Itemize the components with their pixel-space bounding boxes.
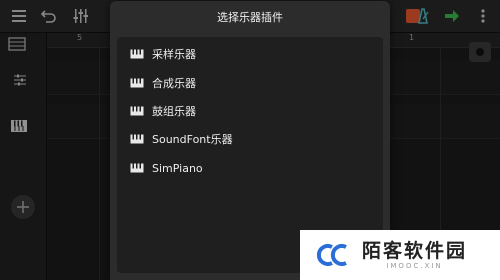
- plugin-item-soundfont[interactable]: SoundFont乐器: [117, 125, 383, 153]
- plugin-item-label: 采样乐器: [152, 48, 196, 61]
- watermark-logo-icon: [316, 244, 347, 266]
- plugin-item-simpiano[interactable]: SimPiano: [117, 154, 383, 182]
- plugin-item-label: 鼓组乐器: [152, 105, 196, 118]
- piano-keyboard-icon: [130, 49, 144, 59]
- plugin-item-label: 合成乐器: [152, 77, 196, 90]
- piano-keyboard-icon: [130, 106, 144, 116]
- plugin-item-sampler[interactable]: 采样乐器: [117, 40, 383, 68]
- watermark-subtitle: IMOOC.XIN: [386, 262, 443, 270]
- piano-keyboard-icon: [130, 134, 144, 144]
- dialog-title: 选择乐器插件: [217, 11, 283, 24]
- plugin-item-drum-kit[interactable]: 鼓组乐器: [117, 97, 383, 125]
- plugin-item-label: SoundFont乐器: [152, 133, 233, 146]
- plugin-item-label: SimPiano: [152, 161, 203, 175]
- piano-keyboard-icon: [130, 163, 144, 173]
- watermark-name: 陌客软件园: [362, 240, 468, 262]
- piano-keyboard-icon: [130, 78, 144, 88]
- watermark: 陌客软件园 IMOOC.XIN: [300, 230, 500, 280]
- plugin-item-synth[interactable]: 合成乐器: [117, 69, 383, 97]
